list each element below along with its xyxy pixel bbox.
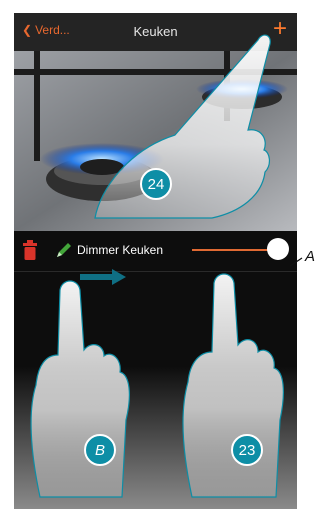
plus-icon[interactable]: + bbox=[273, 17, 287, 41]
device-label: Dimmer Keuken bbox=[77, 243, 164, 257]
navbar: ❮ Verd... Keuken + bbox=[14, 13, 297, 51]
arrow-right-icon bbox=[80, 269, 126, 285]
lower-panel bbox=[14, 272, 297, 509]
room-photo bbox=[14, 51, 297, 231]
step-badge-24: 24 bbox=[140, 168, 172, 200]
device-row-dimmer[interactable]: Dimmer Keuken bbox=[14, 231, 297, 272]
step-badge-23: 23 bbox=[231, 434, 263, 466]
phone-screen: ❮ Verd... Keuken + Dimmer Keuken bbox=[14, 13, 297, 509]
pencil-icon[interactable] bbox=[54, 240, 74, 260]
dimmer-slider-track[interactable] bbox=[192, 249, 272, 251]
page-title: Keuken bbox=[133, 24, 178, 39]
dimmer-slider-knob[interactable] bbox=[267, 238, 289, 260]
step-badge-b: B bbox=[84, 434, 116, 466]
trash-icon[interactable] bbox=[22, 240, 38, 260]
callout-a-label: A bbox=[305, 248, 316, 265]
